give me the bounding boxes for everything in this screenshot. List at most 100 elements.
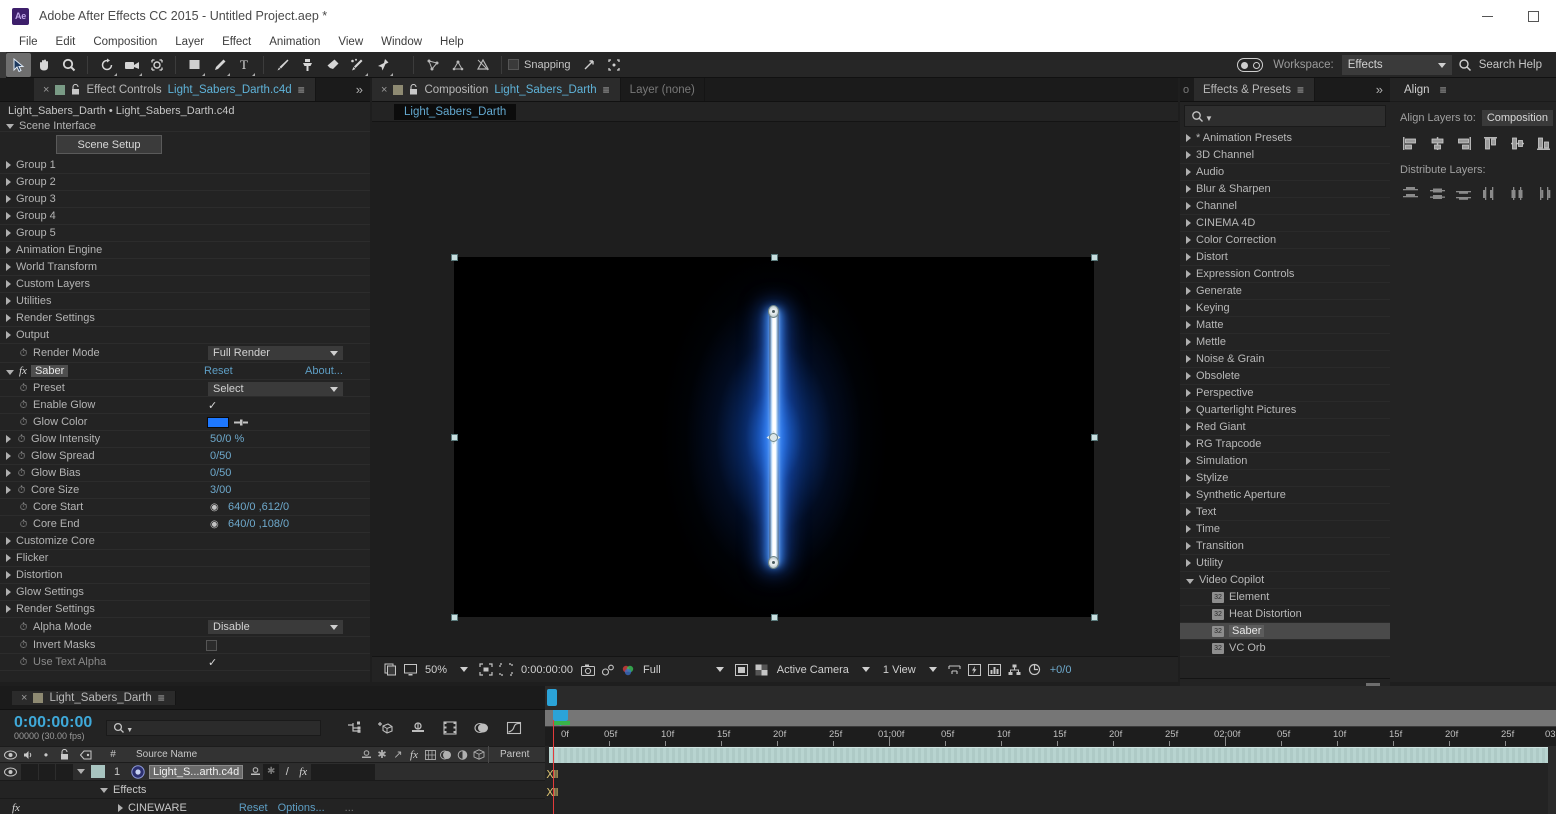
- pixel-aspect-correction-icon[interactable]: [945, 660, 965, 680]
- menu-layer[interactable]: Layer: [166, 34, 213, 50]
- disclosure-triangle-icon[interactable]: [1186, 338, 1191, 346]
- selection-handle-middle-right[interactable]: [1091, 434, 1098, 441]
- distribute-left-icon[interactable]: [1478, 182, 1503, 204]
- scene-setup-button[interactable]: Scene Setup: [56, 135, 162, 154]
- stopwatch-icon[interactable]: ⏱: [16, 451, 27, 462]
- layer-3d-switch[interactable]: [359, 763, 376, 780]
- selection-handle-top-right[interactable]: [1091, 254, 1098, 261]
- layer-disclosure-triangle-icon[interactable]: [73, 764, 89, 780]
- glow-bias-value[interactable]: 0/50: [210, 467, 231, 479]
- point-control-icon[interactable]: ◉: [210, 519, 219, 530]
- disclosure-triangle-icon[interactable]: [117, 803, 123, 812]
- distribute-vertical-center-icon[interactable]: [1425, 182, 1450, 204]
- disclosure-triangle-icon[interactable]: [6, 297, 11, 305]
- align-right-icon[interactable]: [1451, 132, 1476, 154]
- param-render-mode[interactable]: ⏱ Render Mode Full Render: [0, 344, 370, 363]
- fx-category-video-copilot[interactable]: Video Copilot: [1180, 572, 1390, 589]
- param-group-group-2[interactable]: Group 2: [0, 174, 370, 191]
- disclosure-triangle-icon[interactable]: [6, 588, 11, 596]
- motion-blur-icon[interactable]: [471, 718, 493, 738]
- disclosure-triangle-icon[interactable]: [1186, 304, 1191, 312]
- brush-tool-icon[interactable]: [270, 53, 295, 77]
- stopwatch-icon[interactable]: ⏱: [16, 434, 27, 445]
- eraser-tool-icon[interactable]: [320, 53, 345, 77]
- core-end-point-handle[interactable]: [768, 305, 779, 318]
- close-icon[interactable]: ×: [21, 692, 27, 704]
- menu-edit[interactable]: Edit: [47, 34, 85, 50]
- camera-tool-icon[interactable]: [119, 53, 144, 77]
- composition-mini-flowchart-icon[interactable]: [343, 718, 365, 738]
- snap-bounds-icon[interactable]: [602, 53, 627, 77]
- switch-frame-blend-header-icon[interactable]: [422, 746, 438, 763]
- fx-category-utility[interactable]: Utility: [1180, 555, 1390, 572]
- distribute-right-icon[interactable]: [1531, 182, 1556, 204]
- puppet-overlap-icon[interactable]: [470, 53, 495, 77]
- layer-duration-bar[interactable]: [549, 747, 1556, 763]
- fx-category-distort[interactable]: Distort: [1180, 249, 1390, 266]
- menu-animation[interactable]: Animation: [260, 34, 329, 50]
- menu-file[interactable]: File: [10, 34, 47, 50]
- tab-layer[interactable]: Layer (none): [620, 78, 705, 101]
- disclosure-triangle-icon[interactable]: [6, 486, 11, 494]
- render-mode-dropdown[interactable]: Full Render: [208, 346, 343, 360]
- search-help-group[interactable]: Search Help: [1458, 58, 1542, 72]
- selection-handle-top-center[interactable]: [771, 254, 778, 261]
- disclosure-triangle-icon[interactable]: [6, 124, 14, 129]
- stopwatch-icon[interactable]: ⏱: [18, 348, 29, 359]
- panel-menu-icon[interactable]: ≡: [603, 83, 611, 97]
- view-layout-value[interactable]: 1 View: [883, 664, 916, 676]
- disclosure-triangle-icon[interactable]: [6, 314, 11, 322]
- timeline-vertical-scrollbar[interactable]: [1548, 746, 1556, 814]
- effects-category-list[interactable]: * Animation Presets 3D Channel Audio Blu…: [1180, 130, 1390, 678]
- fx-category-blur-sharpen[interactable]: Blur & Sharpen: [1180, 181, 1390, 198]
- param-group-group-5[interactable]: Group 5: [0, 225, 370, 242]
- disclosure-triangle-icon[interactable]: [6, 605, 11, 613]
- selection-handle-bottom-right[interactable]: [1091, 614, 1098, 621]
- channel-rgb-icon[interactable]: [618, 660, 638, 680]
- param-group-distortion[interactable]: Distortion: [0, 567, 370, 584]
- fx-category-simulation[interactable]: Simulation: [1180, 453, 1390, 470]
- graph-editor-icon[interactable]: [503, 718, 525, 738]
- glow-spread-value[interactable]: 0/50: [210, 450, 231, 462]
- fx-category-text[interactable]: Text: [1180, 504, 1390, 521]
- audio-header-icon[interactable]: [20, 746, 38, 763]
- layer-frame-blend-switch[interactable]: [311, 763, 328, 780]
- distribute-bottom-icon[interactable]: [1451, 182, 1476, 204]
- menu-help[interactable]: Help: [431, 34, 473, 50]
- selection-handle-bottom-center[interactable]: [771, 614, 778, 621]
- effect-reset-link[interactable]: Reset: [239, 802, 268, 814]
- effect-header-saber[interactable]: fx Saber Reset About...: [0, 363, 370, 380]
- tab-effects-presets[interactable]: Effects & Presets ≡: [1194, 78, 1316, 101]
- stopwatch-icon[interactable]: ⏱: [18, 417, 29, 428]
- panel-overflow-chevron-icon[interactable]: »: [348, 78, 370, 101]
- disclosure-triangle-icon[interactable]: [6, 195, 11, 203]
- tab-effect-controls[interactable]: × Effect Controls Light_Sabers_Darth.c4d…: [34, 78, 316, 101]
- fx-category-matte[interactable]: Matte: [1180, 317, 1390, 334]
- disclosure-triangle-icon[interactable]: [1186, 236, 1191, 244]
- disclosure-triangle-icon[interactable]: [1186, 389, 1191, 397]
- puppet-mesh-icon[interactable]: [420, 53, 445, 77]
- layer-source-cell[interactable]: Light_S...arth.c4d: [131, 764, 244, 779]
- param-alpha-mode[interactable]: ⏱ Alpha Mode Disable: [0, 618, 370, 637]
- layer-name[interactable]: Light_S...arth.c4d: [149, 764, 244, 779]
- disclosure-triangle-icon[interactable]: [1186, 423, 1191, 431]
- disclosure-triangle-icon[interactable]: [6, 435, 11, 443]
- param-group-animation-engine[interactable]: Animation Engine: [0, 242, 370, 259]
- selection-handle-middle-left[interactable]: [451, 434, 458, 441]
- current-time-display[interactable]: 0:00:00:00: [521, 664, 573, 676]
- disclosure-triangle-icon[interactable]: [1186, 202, 1191, 210]
- effect-options-link[interactable]: Options...: [278, 802, 325, 814]
- toggle-mask-visibility-icon[interactable]: [752, 660, 772, 680]
- puppet-starch-icon[interactable]: [445, 53, 470, 77]
- minimize-button[interactable]: [1464, 0, 1510, 32]
- disclosure-triangle-icon[interactable]: [6, 554, 11, 562]
- fx-category-transition[interactable]: Transition: [1180, 538, 1390, 555]
- fx-category-cinema-4d[interactable]: CINEMA 4D: [1180, 215, 1390, 232]
- disclosure-triangle-icon[interactable]: [1186, 134, 1191, 142]
- layer-solo-toggle[interactable]: [39, 763, 55, 780]
- align-left-icon[interactable]: [1398, 132, 1423, 154]
- layer-effects-switch[interactable]: fx: [295, 764, 311, 780]
- menu-effect[interactable]: Effect: [213, 34, 260, 50]
- disclosure-triangle-icon[interactable]: [1186, 559, 1191, 567]
- region-of-interest-icon[interactable]: [476, 660, 496, 680]
